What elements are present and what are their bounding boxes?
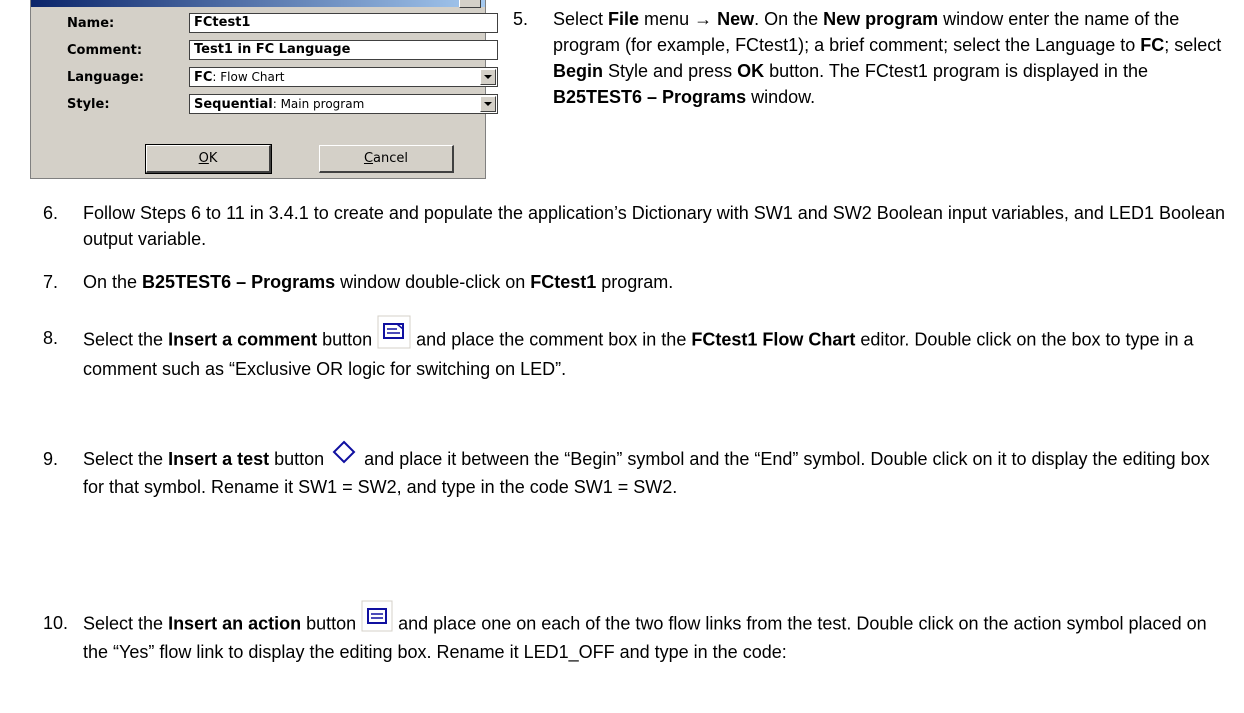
language-dropdown-button[interactable] xyxy=(480,69,496,85)
chevron-down-icon xyxy=(484,102,492,106)
s7-t1: On the xyxy=(83,272,143,292)
s8-b2: FCtest1 Flow Chart xyxy=(691,329,856,350)
name-row: Name: xyxy=(67,12,157,34)
s7-t3: program. xyxy=(596,272,674,292)
step-9-number: 9. xyxy=(43,449,59,469)
s7-b2: FCtest1 xyxy=(530,272,597,292)
cancel-label-rest: ancel xyxy=(373,151,409,166)
comment-field[interactable]: Test1 in FC Language xyxy=(189,40,498,60)
ok-label-rest: K xyxy=(208,151,218,166)
style-value-bold: Sequential xyxy=(194,97,273,112)
dialog-titlebar xyxy=(31,0,485,7)
step-8-text: Select the Insert a comment button and p… xyxy=(83,315,1233,382)
comment-icon[interactable] xyxy=(377,315,411,356)
comment-row: Comment: xyxy=(67,39,157,61)
s7-t2: window double-click on xyxy=(335,272,531,292)
s5-b2: New xyxy=(717,9,755,29)
s10-b1: Insert an action xyxy=(168,613,302,634)
s5-t6: Style and press xyxy=(603,61,738,81)
language-label: Language: xyxy=(67,69,144,85)
style-select[interactable]: Sequential: Main program xyxy=(189,94,498,114)
step-6-text: Follow Steps 6 to 11 in 3.4.1 to create … xyxy=(83,203,1226,249)
style-dropdown-button[interactable] xyxy=(480,96,496,112)
chevron-down-icon xyxy=(484,75,492,79)
style-label: Style: xyxy=(67,96,110,112)
s5-b3: New program xyxy=(823,9,939,29)
s5-t2: menu → xyxy=(639,9,718,29)
s9-t1: Select the xyxy=(83,449,169,469)
comment-label: Comment: xyxy=(67,42,143,58)
language-row: Language: xyxy=(67,66,157,88)
s5-t3: . On the xyxy=(754,9,824,29)
s10-t2: button xyxy=(301,613,362,634)
s5-t8: window. xyxy=(746,87,816,107)
step-7-number: 7. xyxy=(43,272,59,292)
s5-b4: FC xyxy=(1140,35,1165,55)
s5-b6: OK xyxy=(737,61,765,81)
ok-label-accel: O xyxy=(198,151,209,166)
action-icon[interactable] xyxy=(361,600,393,639)
name-label: Name: xyxy=(67,15,115,31)
s9-b1: Insert a test xyxy=(168,449,270,469)
step-10-number: 10. xyxy=(43,613,69,633)
ok-button[interactable]: OK xyxy=(145,144,272,174)
s5-t1: Select xyxy=(553,9,609,29)
s8-t3: and place the comment box in the xyxy=(411,329,692,350)
s5-b7: B25TEST6 – Programs xyxy=(553,87,747,107)
s8-t2: button xyxy=(317,329,378,350)
close-button[interactable] xyxy=(459,0,481,8)
s9-t2: button xyxy=(269,449,330,469)
step-10-text: Select the Insert an action button and p… xyxy=(83,600,1233,665)
cancel-button[interactable]: Cancel xyxy=(319,145,454,173)
step-5-text: Select File menu → New. On the New progr… xyxy=(553,6,1238,110)
step-5-number: 5. xyxy=(513,9,529,29)
s7-b1: B25TEST6 – Programs xyxy=(142,272,336,292)
s5-b1: File xyxy=(608,9,640,29)
cancel-label-accel: C xyxy=(363,151,374,166)
step-9-text: Select the Insert a test button and plac… xyxy=(83,440,1233,500)
language-value-rest: : Flow Chart xyxy=(212,70,285,84)
diamond-icon[interactable] xyxy=(329,440,359,474)
s5-t7: button. The FCtest1 program is displayed… xyxy=(764,61,1148,81)
new-program-dialog: Name: FCtest1 Comment: Test1 in FC Langu… xyxy=(30,0,498,179)
style-row: Style: xyxy=(67,93,157,115)
s8-t1: Select the xyxy=(83,329,169,350)
s5-t5: ; select xyxy=(1164,35,1222,55)
step-6-number: 6. xyxy=(43,203,59,223)
language-select[interactable]: FC: Flow Chart xyxy=(189,67,498,87)
language-value-bold: FC xyxy=(194,70,213,85)
step-7-text: On the B25TEST6 – Programs window double… xyxy=(83,269,1233,295)
style-value-rest: : Main program xyxy=(272,97,365,111)
step-8-number: 8. xyxy=(43,328,59,348)
name-field[interactable]: FCtest1 xyxy=(189,13,498,33)
s5-b5: Begin xyxy=(553,61,604,81)
comment-value: Test1 in FC Language xyxy=(194,42,351,57)
name-value: FCtest1 xyxy=(194,15,251,30)
s8-b1: Insert a comment xyxy=(168,329,318,350)
s10-t1: Select the xyxy=(83,613,169,634)
